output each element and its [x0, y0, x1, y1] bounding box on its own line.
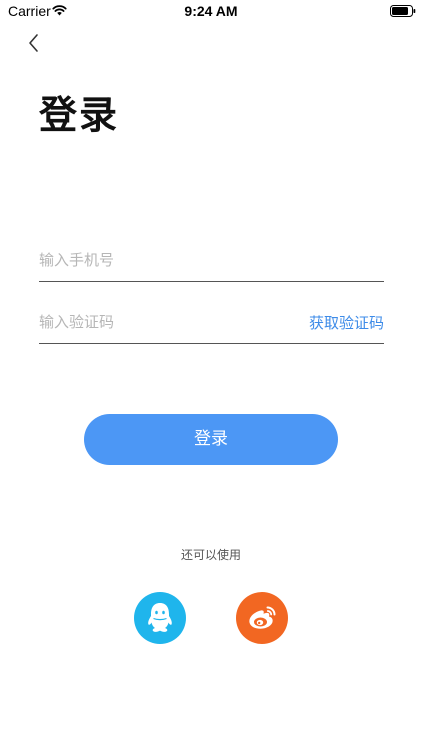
weibo-login-button[interactable] — [236, 592, 288, 644]
verification-code-input[interactable] — [39, 309, 279, 335]
phone-field — [39, 241, 384, 282]
qq-login-button[interactable] — [134, 592, 186, 644]
weibo-icon — [249, 606, 276, 629]
login-screen: Carrier 9:24 AM 登录 获取验证码 登录 还可以使用 — [0, 0, 422, 750]
phone-input[interactable] — [39, 247, 279, 273]
qq-icon — [148, 603, 172, 632]
login-button[interactable]: 登录 — [84, 414, 338, 465]
get-code-button[interactable]: 获取验证码 — [309, 312, 384, 333]
alternative-login-label: 还可以使用 — [180, 548, 241, 562]
code-field: 获取验证码 — [39, 303, 384, 344]
back-chevron-icon[interactable] — [24, 32, 44, 54]
page-title: 登录 — [39, 93, 120, 137]
status-bar: Carrier 9:24 AM — [0, 0, 422, 22]
battery-icon — [390, 5, 416, 17]
status-time: 9:24 AM — [184, 3, 238, 19]
